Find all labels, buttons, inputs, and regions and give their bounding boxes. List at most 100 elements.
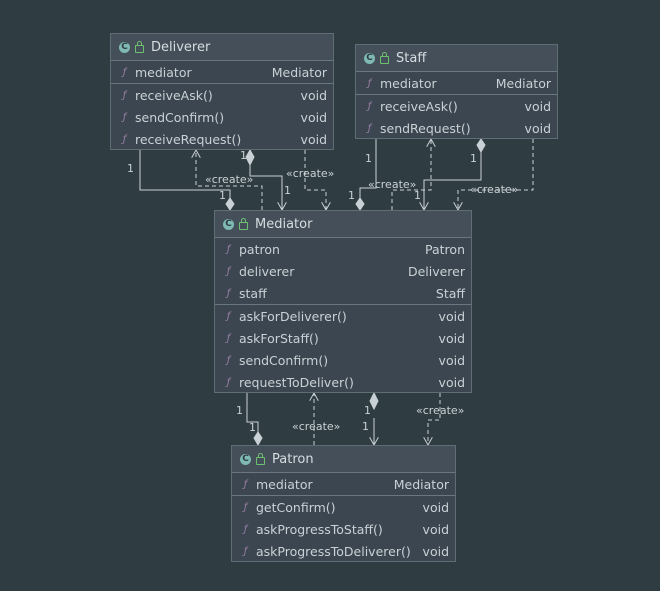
method-icon: ƒ [243,501,248,513]
method-type: void [438,308,465,324]
method-name: sendConfirm() [135,109,225,125]
method-row[interactable]: ƒ receiveAsk() void [356,95,557,117]
method-type: void [422,543,449,559]
method-type: void [300,87,327,103]
field-name: mediator [135,64,192,80]
methods-section: ƒ askForDeliverer() void ƒ askForStaff()… [215,305,471,393]
mult-label: 1 [240,149,247,162]
method-row[interactable]: ƒ askForStaff() void [215,327,471,349]
class-name: Staff [396,50,427,66]
class-name: Mediator [255,216,313,232]
mult-label: 1 [249,421,256,434]
method-row[interactable]: ƒ sendRequest() void [356,117,557,139]
class-patron[interactable]: C Patron ƒ mediator Mediator ƒ getConfir… [231,445,456,562]
field-row[interactable]: ƒ mediator Mediator [111,61,333,83]
method-row[interactable]: ƒ sendConfirm() void [215,349,471,371]
class-header[interactable]: C Deliverer [111,34,333,61]
field-row[interactable]: ƒ mediator Mediator [356,72,557,94]
diamond-deliverer [245,148,255,167]
field-icon: ƒ [367,77,372,89]
method-row[interactable]: ƒ receiveRequest() void [111,128,333,150]
method-icon: ƒ [367,122,372,134]
field-type: Mediator [271,64,327,80]
fields-section: ƒ mediator Mediator [356,72,557,95]
class-header[interactable]: C Mediator [215,211,471,238]
method-icon: ƒ [226,332,231,344]
field-name: patron [239,241,280,257]
field-row[interactable]: ƒ staff Staff [215,282,471,304]
class-header[interactable]: C Patron [232,446,455,473]
mult-label: 1 [362,420,369,433]
method-icon: ƒ [122,89,127,101]
mult-label: 1 [470,152,477,165]
field-name: staff [239,285,267,301]
method-icon: ƒ [367,100,372,112]
class-deliverer[interactable]: C Deliverer ƒ mediator Mediator ƒ receiv… [110,33,334,150]
class-staff[interactable]: C Staff ƒ mediator Mediator ƒ receiveAsk… [355,44,558,139]
method-name: askForStaff() [239,330,319,346]
mult-label: 1 [364,404,371,417]
method-icon: ƒ [226,376,231,388]
method-name: receiveAsk() [380,98,458,114]
field-type: Staff [435,285,465,301]
create-label: «create» [416,404,465,417]
method-type: void [300,109,327,125]
field-name: mediator [256,476,313,492]
field-type: Mediator [495,75,551,91]
field-icon: ƒ [226,265,231,277]
create-label: «create» [286,167,335,180]
create-label: «create» [292,420,341,433]
method-name: receiveRequest() [135,131,242,147]
method-name: sendRequest() [380,120,471,136]
deliverer-mediator-association [249,165,282,210]
create-label: «create» [470,183,519,196]
class-icon: C [364,52,375,64]
method-row[interactable]: ƒ askProgressToStaff() void [232,518,455,540]
field-type: Deliverer [407,263,465,279]
staff-create-mediator-2 [458,139,534,210]
methods-section: ƒ receiveAsk() void ƒ sendRequest() void [356,95,557,139]
method-type: void [524,120,551,136]
method-row[interactable]: ƒ askForDeliverer() void [215,305,471,327]
method-name: getConfirm() [256,499,336,515]
field-row[interactable]: ƒ deliverer Deliverer [215,260,471,282]
method-type: void [422,521,449,537]
method-row[interactable]: ƒ receiveAsk() void [111,84,333,106]
field-icon: ƒ [243,478,248,490]
field-type: Patron [425,241,465,257]
method-name: receiveAsk() [135,87,213,103]
mult-label: 1 [348,189,355,202]
field-row[interactable]: ƒ mediator Mediator [232,473,455,495]
field-icon: ƒ [122,66,127,78]
staff-create-mediator [391,139,431,210]
create-label: «create» [205,173,254,186]
class-name: Patron [272,451,314,467]
mult-label: 1 [236,404,243,417]
lock-icon [380,52,389,64]
method-icon: ƒ [226,354,231,366]
diamond-staff [476,138,486,154]
diamond-mediator-staff [355,197,365,211]
mult-label: 1 [414,189,421,202]
field-row[interactable]: ƒ patron Patron [215,238,471,260]
method-row[interactable]: ƒ requestToDeliver() void [215,371,471,393]
class-mediator[interactable]: C Mediator ƒ patron Patron ƒ deliverer D… [214,210,472,393]
field-type: Mediator [393,476,449,492]
class-icon: C [119,41,130,53]
method-type: void [438,352,465,368]
field-name: mediator [380,75,437,91]
class-header[interactable]: C Staff [356,45,557,72]
method-name: askForDeliverer() [239,308,347,324]
method-icon: ƒ [243,545,248,557]
method-type: void [524,98,551,114]
method-type: void [438,374,465,390]
mult-label: 1 [284,184,291,197]
field-icon: ƒ [226,243,231,255]
fields-section: ƒ mediator Mediator [111,61,333,84]
method-row[interactable]: ƒ sendConfirm() void [111,106,333,128]
method-row[interactable]: ƒ askProgressToDeliverer() void [232,540,455,562]
field-name: deliverer [239,263,295,279]
method-icon: ƒ [122,133,127,145]
mult-label: 1 [219,189,226,202]
method-row[interactable]: ƒ getConfirm() void [232,496,455,518]
